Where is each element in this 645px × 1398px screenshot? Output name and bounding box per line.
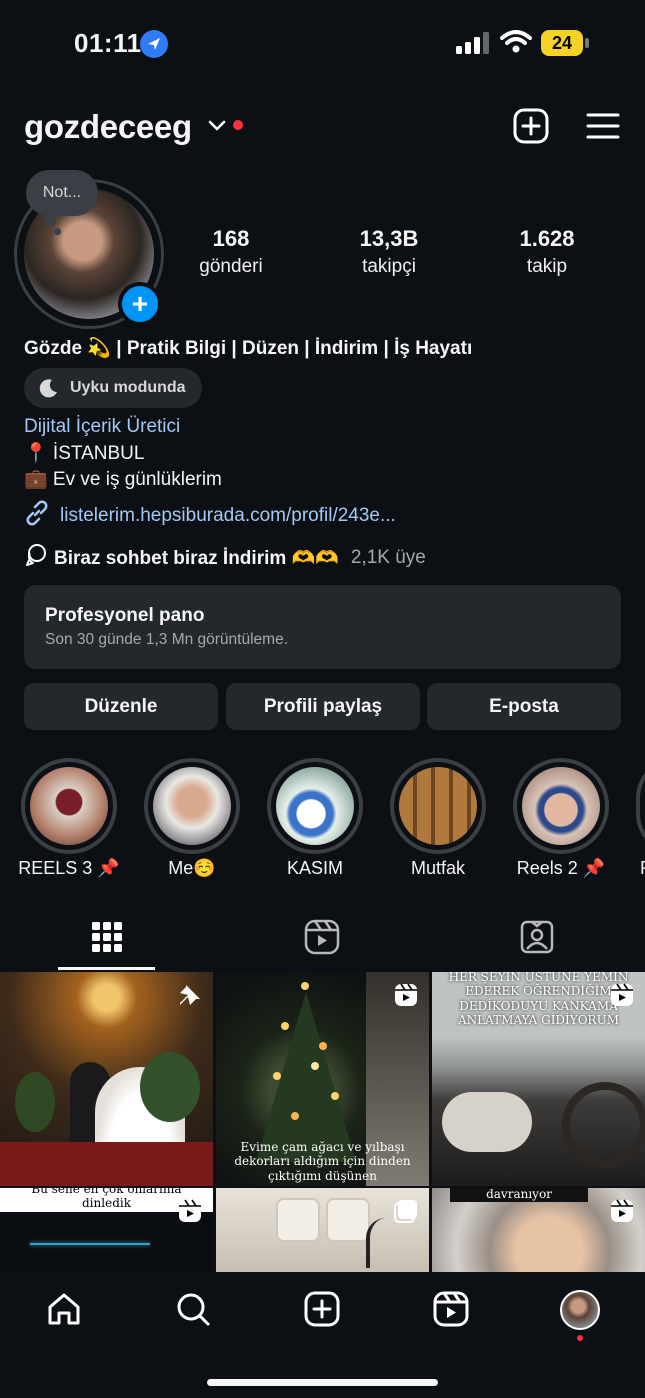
battery-level: 24: [541, 30, 583, 56]
post-caption: Evime çam ağacı ve yılbaşı dekorları ald…: [234, 1140, 411, 1183]
profile-nav-avatar[interactable]: [560, 1290, 600, 1330]
chevron-down-icon[interactable]: [206, 114, 228, 136]
location-arrow-icon: [140, 30, 168, 58]
grid-tab-icon[interactable]: [88, 918, 126, 956]
reels-tab-icon[interactable]: [303, 918, 341, 956]
notification-dot: [233, 120, 243, 130]
create-post-icon[interactable]: [513, 108, 549, 144]
stat-following[interactable]: 1.628 takip: [482, 226, 612, 278]
note-tail: [54, 228, 61, 235]
create-icon[interactable]: [303, 1290, 341, 1328]
highlight-item[interactable]: Me☺️: [144, 758, 240, 878]
chat-bubble-icon: [24, 543, 48, 573]
share-profile-button[interactable]: Profili paylaş: [226, 683, 420, 730]
highlight-label: REELS 3 📌: [18, 858, 120, 878]
channel-members: 2,1K üye: [350, 547, 426, 568]
bio-location: 📍 İSTANBUL: [24, 443, 145, 464]
reel-icon: [393, 982, 419, 1008]
sleep-status-chip[interactable]: Uyku modunda: [24, 368, 202, 408]
highlight-label: R: [640, 858, 645, 879]
reels-icon[interactable]: [432, 1290, 470, 1328]
category-label: Dijital İçerik Üretici: [24, 416, 181, 437]
highlight-cover: [30, 767, 108, 845]
post-caption: davranıyor: [486, 1188, 552, 1201]
professional-dashboard[interactable]: Profesyonel pano Son 30 günde 1,3 Mn gör…: [24, 585, 621, 669]
moon-icon: [38, 377, 60, 399]
stat-posts[interactable]: 168 gönderi: [166, 226, 296, 278]
profile-link-text: listelerim.hepsiburada.com/profil/243e..…: [60, 505, 396, 526]
notification-dot: [577, 1335, 583, 1341]
tagged-tab-icon[interactable]: [518, 918, 556, 956]
carousel-icon: [393, 1198, 419, 1224]
highlight-cover: [522, 767, 600, 845]
post-tile[interactable]: [216, 1188, 429, 1272]
wifi-icon: [500, 30, 532, 54]
bio-text: 💼 Ev ve iş günlüklerim: [24, 469, 222, 490]
stat-value: 13,3B: [359, 226, 419, 251]
highlight-item[interactable]: Reels 2 📌: [513, 758, 609, 878]
stat-label: takipçi: [362, 256, 416, 277]
sleep-status-label: Uyku modunda: [70, 379, 186, 396]
stat-label: takip: [526, 256, 568, 277]
stat-value: 1.628: [519, 226, 575, 251]
battery-icon: 24: [541, 30, 589, 56]
reel-icon: [609, 982, 635, 1008]
username-switcher[interactable]: gozdeceeg: [24, 108, 192, 146]
highlight-cover: [399, 767, 477, 845]
reel-icon: [609, 1198, 635, 1224]
bio-name: Gözde 💫 | Pratik Bilgi | Düzen | İndirim…: [24, 338, 473, 359]
broadcast-channel[interactable]: Biraz sohbet biraz İndirim 🫶🫶 2,1K üye: [24, 543, 426, 573]
highlight-label: Mutfak: [410, 858, 466, 878]
stat-value: 168: [212, 226, 250, 251]
post-tile[interactable]: HER ŞEYİN ÜSTÜNE YEMİN EDEREK ÖĞRENDİĞİM…: [432, 972, 645, 1186]
home-indicator[interactable]: [207, 1379, 438, 1386]
highlight-item[interactable]: KASIM: [267, 758, 363, 878]
active-tab-indicator: [58, 967, 155, 970]
highlight-label: Me☺️: [168, 858, 216, 878]
highlight-cover: [276, 767, 354, 845]
pin-icon: [177, 982, 203, 1008]
post-tile[interactable]: davranıyor: [432, 1188, 645, 1272]
post-tile[interactable]: [0, 972, 213, 1186]
status-time: 01:11: [74, 28, 142, 58]
note-bubble[interactable]: Not...: [26, 170, 98, 216]
stat-label: gönderi: [199, 256, 263, 277]
highlight-cover: [153, 767, 231, 845]
highlight-item[interactable]: Mutfak: [390, 758, 486, 878]
post-tile[interactable]: Evime çam ağacı ve yılbaşı dekorları ald…: [216, 972, 429, 1186]
add-story-button[interactable]: +: [118, 282, 162, 326]
search-icon[interactable]: [174, 1290, 212, 1328]
cellular-signal-icon: [456, 32, 492, 54]
email-button[interactable]: E-posta: [427, 683, 621, 730]
highlight-item[interactable]: R: [636, 758, 645, 878]
highlight-item[interactable]: REELS 3 📌: [18, 758, 120, 878]
pro-panel-subtitle: Son 30 günde 1,3 Mn görüntüleme.: [45, 631, 289, 648]
reel-icon: [177, 1198, 203, 1224]
highlight-label: KASIM: [286, 858, 343, 878]
highlight-label: Reels 2 📌: [516, 858, 606, 878]
channel-name: Biraz sohbet biraz İndirim 🫶🫶: [54, 548, 339, 569]
home-icon[interactable]: [45, 1290, 83, 1328]
post-tile[interactable]: Bu sene en çok onlarınla dinledik: [0, 1188, 213, 1272]
post-caption: Bu sene en çok onlarınla dinledik: [31, 1188, 182, 1211]
post-caption: HER ŞEYİN ÜSTÜNE YEMİN EDEREK ÖĞRENDİĞİM…: [448, 972, 629, 1028]
profile-link[interactable]: listelerim.hepsiburada.com/profil/243e..…: [24, 500, 396, 532]
hamburger-menu-icon[interactable]: [586, 112, 620, 140]
link-icon: [24, 500, 50, 532]
edit-profile-button[interactable]: Düzenle: [24, 683, 218, 730]
stat-followers[interactable]: 13,3B takipçi: [324, 226, 454, 278]
pro-panel-title: Profesyonel pano: [45, 605, 205, 626]
